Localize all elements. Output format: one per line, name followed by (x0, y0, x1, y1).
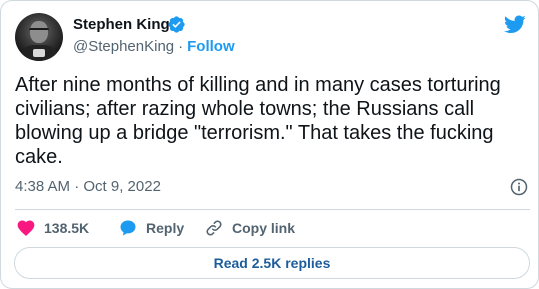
avatar[interactable] (15, 13, 63, 61)
avatar-shirt-print (33, 49, 45, 57)
read-replies-button[interactable]: Read 2.5K replies (14, 247, 530, 279)
verified-badge-icon (168, 16, 185, 33)
reply-button[interactable]: Reply (118, 217, 184, 239)
reply-bubble-icon (120, 220, 136, 236)
divider (15, 209, 530, 210)
heart-icon (17, 220, 35, 237)
copy-link-label: Copy link (232, 220, 296, 236)
avatar-glasses (29, 28, 49, 33)
copy-link-button[interactable]: Copy link (204, 217, 295, 239)
follow-button[interactable]: Follow (187, 38, 235, 55)
info-icon[interactable] (509, 177, 529, 197)
twitter-bird-icon[interactable] (503, 13, 527, 35)
tweet-timestamp[interactable]: 4:38 AM · Oct 9, 2022 (15, 178, 161, 196)
tweet-text: After nine months of killing and in many… (15, 74, 501, 168)
tweet-card: Stephen King @StephenKing · Follow After n… (0, 0, 539, 289)
likes-count: 138.5K (44, 220, 90, 236)
reply-label: Reply (146, 220, 185, 236)
handle-row: @StephenKing · Follow (73, 38, 235, 56)
like-button[interactable]: 138.5K (16, 217, 89, 239)
author-name[interactable]: Stephen King (73, 16, 170, 34)
link-icon (206, 220, 222, 236)
author-handle[interactable]: @StephenKing (73, 38, 174, 55)
handle-separator: · (178, 38, 184, 55)
